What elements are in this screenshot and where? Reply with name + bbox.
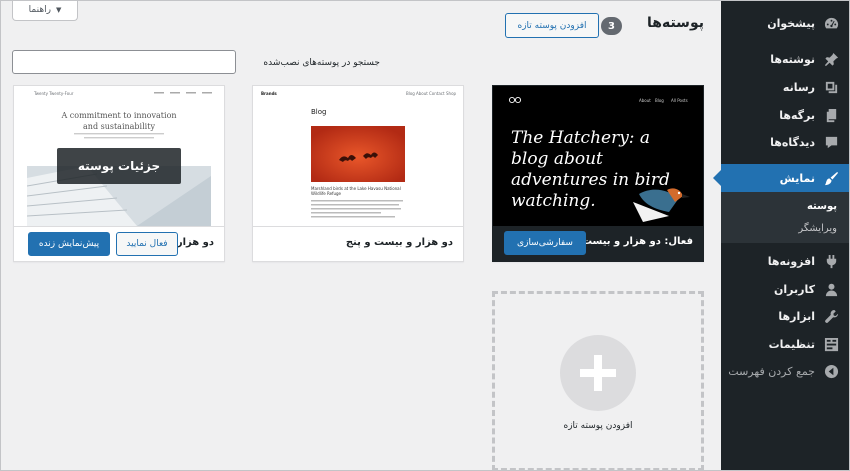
caret-down-icon: ▼ <box>55 6 62 14</box>
pin-icon <box>823 51 839 67</box>
sidebar-item-label: نمایش <box>779 171 815 185</box>
theme-name: فعال: دو هزار و بیست و <box>572 236 693 247</box>
sidebar-item-media[interactable]: رسانه <box>721 73 849 101</box>
sidebar-item-comments[interactable]: دیدگاه‌ها <box>721 128 849 156</box>
theme-screenshot: Brands Blog About Contact Shop Blog Mars… <box>253 86 463 226</box>
theme-card-active[interactable]: About Blog All Posts The Hatchery: a blo… <box>492 85 704 262</box>
theme-screenshot: Twenty Twenty-Four A commitment to innov… <box>14 86 224 226</box>
screenshot-nav-blog: Blog <box>406 91 415 96</box>
screenshot-headline: The Hatchery: a blog about adventures in… <box>511 128 670 211</box>
theme-card-footer: فعال: دو هزار و بیست و سفارشی‌سازی <box>493 226 703 261</box>
screenshot-text-lines <box>311 200 403 218</box>
activate-button[interactable]: فعال نمایید <box>116 232 178 256</box>
theme-card-twenty-twenty-five[interactable]: Brands Blog About Contact Shop Blog Mars… <box>252 85 464 262</box>
sidebar-item-label: پیشخوان <box>767 16 815 30</box>
sidebar-item-label: جمع کردن فهرست <box>728 364 815 378</box>
theme-details-overlay-button[interactable]: جزئیات پوسته <box>57 148 181 184</box>
search-label: جستجو در پوسته‌های نصب‌شده <box>263 58 380 68</box>
plugin-icon <box>823 253 839 269</box>
submenu-item-editor[interactable]: ویرایشگر <box>721 223 849 234</box>
screenshot-brand: Twenty Twenty-Four <box>34 91 74 96</box>
screenshot-heading: Blog <box>311 108 327 116</box>
sidebar-item-label: رسانه <box>782 80 815 94</box>
screenshot-nav-about: About <box>639 98 651 103</box>
sidebar-item-settings[interactable]: تنظیمات <box>721 330 849 358</box>
sidebar-item-label: نوشته‌ها <box>770 52 815 66</box>
screenshot-nav-all-posts: All Posts <box>671 98 688 103</box>
screenshot-headline: A commitment to innovation and sustainab… <box>61 111 177 131</box>
screenshot-subtext-lines <box>74 133 164 139</box>
theme-card-twenty-twenty-four[interactable]: Twenty Twenty-Four A commitment to innov… <box>13 85 225 262</box>
theme-card-footer: دو هزار و بیست و پنج <box>253 226 463 261</box>
screenshot-nav-blog: Blog <box>655 98 664 103</box>
screenshot-nav-about: About <box>416 91 428 96</box>
live-preview-button[interactable]: پیش‌نمایش زنده <box>28 232 110 256</box>
sidebar-item-tools[interactable]: ابزارها <box>721 302 849 330</box>
wrench-icon <box>823 308 839 324</box>
screenshot-nav-contact: Contact <box>429 91 445 96</box>
sidebar-item-users[interactable]: کاربران <box>721 275 849 303</box>
submenu-item-themes[interactable]: پوسته <box>721 201 849 212</box>
paintbrush-icon <box>823 170 839 186</box>
help-tab-button[interactable]: ▼ راهنما <box>12 1 78 21</box>
screenshot-caption: Marshland birds at the Lake Havasu Natio… <box>311 186 401 196</box>
comment-icon <box>823 134 839 150</box>
sidebar-item-label: تنظیمات <box>768 337 815 351</box>
sidebar-item-label: ابزارها <box>778 309 815 323</box>
screenshot-brand: Brands <box>261 91 277 96</box>
theme-count-badge: 3 <box>601 17 622 35</box>
theme-name: دو هزار و بیست و پنج <box>345 237 453 248</box>
sidebar-item-label: کاربران <box>774 282 815 296</box>
wp-admin-frame: پیشخوان نوشته‌ها رسانه برگه‌ها دیدگاه‌ها… <box>0 0 850 471</box>
theme-screenshot: About Blog All Posts The Hatchery: a blo… <box>493 86 703 226</box>
collapse-icon <box>823 363 839 379</box>
screenshot-nav-lines <box>154 92 212 94</box>
theme-card-footer: دو هزار و فعال نمایید پیش‌نمایش زنده <box>14 226 224 261</box>
theme-search-input[interactable] <box>12 50 236 74</box>
add-tile-label: افزودن پوسته تازه <box>563 421 633 431</box>
add-new-theme-button[interactable]: افزودن پوسته تازه <box>505 13 599 38</box>
sidebar-item-plugins[interactable]: افزونه‌ها <box>721 247 849 275</box>
sidebar-item-label: برگه‌ها <box>779 108 815 122</box>
sidebar-item-label: دیدگاه‌ها <box>770 135 815 149</box>
admin-sidebar: پیشخوان نوشته‌ها رسانه برگه‌ها دیدگاه‌ها… <box>713 1 849 470</box>
media-icon <box>823 79 839 95</box>
screenshot-nav-shop: Shop <box>446 91 457 96</box>
page-title: پوسته‌ها <box>647 15 704 31</box>
sidebar-item-pages[interactable]: برگه‌ها <box>721 101 849 129</box>
sidebar-item-posts[interactable]: نوشته‌ها <box>721 45 849 73</box>
screenshot-image <box>311 126 405 182</box>
pages-icon <box>823 107 839 123</box>
sidebar-item-appearance[interactable]: نمایش <box>713 164 849 192</box>
settings-icon <box>823 336 839 352</box>
collapse-menu-button[interactable]: جمع کردن فهرست <box>721 357 849 385</box>
user-icon <box>823 281 839 297</box>
plus-icon <box>560 335 636 411</box>
add-new-theme-tile[interactable]: افزودن پوسته تازه <box>492 291 704 470</box>
customize-button[interactable]: سفارشی‌سازی <box>504 231 586 255</box>
appearance-submenu: پوسته ویرایشگر <box>721 192 849 243</box>
sidebar-item-label: افزونه‌ها <box>767 254 815 268</box>
help-label: راهنما <box>28 5 51 15</box>
dashboard-icon <box>823 15 839 31</box>
sidebar-item-dashboard[interactable]: پیشخوان <box>721 9 849 37</box>
